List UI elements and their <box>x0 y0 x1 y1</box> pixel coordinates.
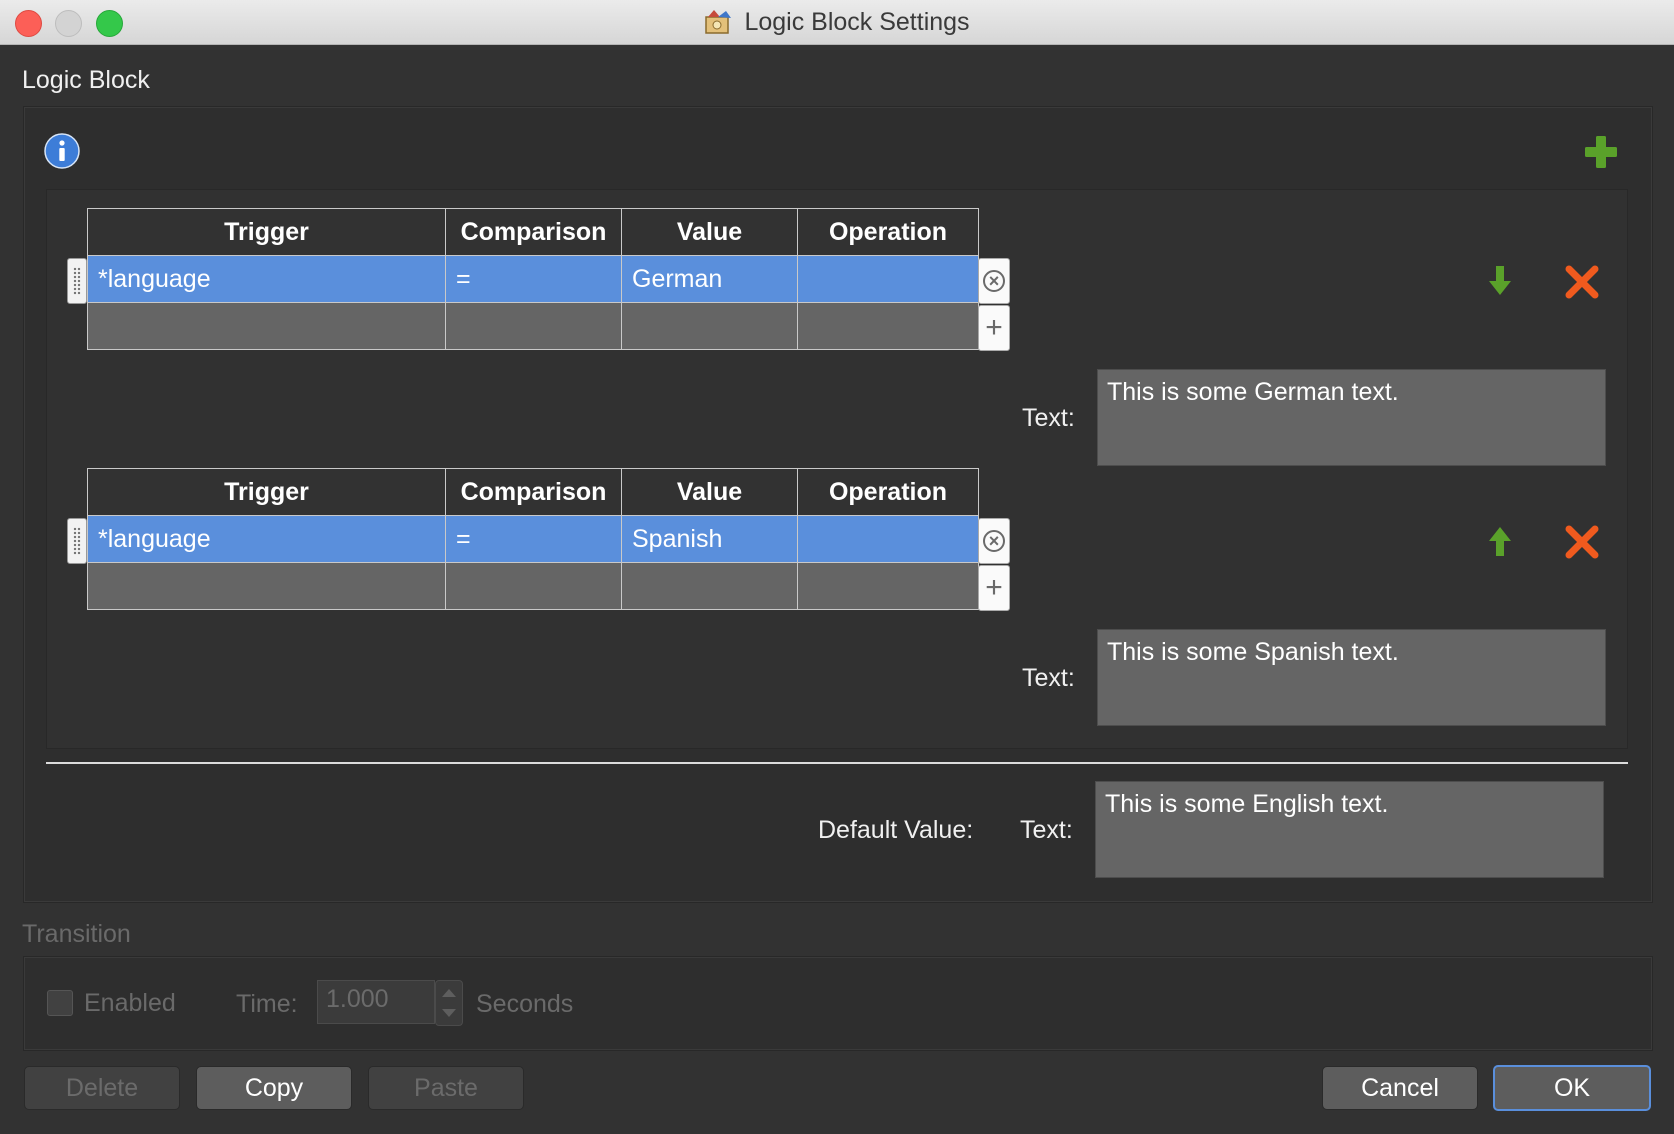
row-drag-handle[interactable] <box>67 518 87 564</box>
time-input[interactable]: 1.000 <box>317 980 435 1024</box>
column-header-trigger[interactable]: Trigger <box>87 468 446 516</box>
ok-button[interactable]: OK <box>1493 1065 1651 1111</box>
trigger-cell[interactable]: *language <box>87 255 446 303</box>
plus-icon: + <box>985 311 1003 344</box>
operation-cell[interactable] <box>797 515 979 563</box>
table-row[interactable]: *language = German <box>87 255 979 303</box>
delete-condition-icon[interactable] <box>1565 265 1599 299</box>
enabled-label: Enabled <box>84 989 176 1017</box>
window-title: Logic Block Settings <box>744 7 970 36</box>
default-text-field[interactable]: This is some English text. <box>1095 781 1604 878</box>
column-header-operation[interactable]: Operation <box>797 468 979 516</box>
value-cell[interactable] <box>621 302 798 350</box>
condition-table-2: Trigger Comparison Value Operation *lang… <box>87 468 979 610</box>
operation-cell[interactable] <box>797 302 979 350</box>
time-stepper[interactable] <box>435 980 463 1026</box>
default-value-label: Default Value: <box>818 816 974 844</box>
trigger-cell[interactable] <box>87 562 446 610</box>
remove-circle-icon: × <box>983 270 1005 292</box>
column-header-comparison[interactable]: Comparison <box>445 468 622 516</box>
paste-button[interactable]: Paste <box>368 1066 524 1110</box>
text-label: Text: <box>1022 404 1075 432</box>
table-row[interactable] <box>87 562 979 610</box>
comparison-cell[interactable]: = <box>445 255 622 303</box>
remove-row-button[interactable]: × <box>978 258 1010 304</box>
column-header-value[interactable]: Value <box>621 208 798 256</box>
condition-table-1: Trigger Comparison Value Operation *lang… <box>87 208 979 350</box>
add-row-button[interactable]: + <box>978 565 1010 611</box>
column-header-value[interactable]: Value <box>621 468 798 516</box>
delete-condition-icon[interactable] <box>1565 525 1599 559</box>
column-header-trigger[interactable]: Trigger <box>87 208 446 256</box>
column-header-comparison[interactable]: Comparison <box>445 208 622 256</box>
text-label: Text: <box>1020 816 1073 844</box>
remove-row-button[interactable]: × <box>978 518 1010 564</box>
value-cell[interactable] <box>621 562 798 610</box>
separator <box>46 762 1628 764</box>
condition-text-field[interactable]: This is some German text. <box>1097 369 1606 466</box>
seconds-label: Seconds <box>476 990 574 1018</box>
table-row[interactable] <box>87 302 979 350</box>
comparison-cell[interactable]: = <box>445 515 622 563</box>
text-label: Text: <box>1022 664 1075 692</box>
time-label: Time: <box>236 990 298 1018</box>
enabled-checkbox[interactable] <box>47 990 73 1016</box>
app-icon <box>705 10 732 34</box>
logic-block-title: Logic Block <box>22 66 150 94</box>
transition-title: Transition <box>22 920 131 948</box>
delete-button[interactable]: Delete <box>24 1066 180 1110</box>
comparison-cell[interactable] <box>445 562 622 610</box>
info-icon[interactable] <box>44 133 80 169</box>
comparison-cell[interactable] <box>445 302 622 350</box>
operation-cell[interactable] <box>797 562 979 610</box>
row-drag-handle[interactable] <box>67 258 87 304</box>
table-row[interactable]: *language = Spanish <box>87 515 979 563</box>
title-bar: Logic Block Settings <box>0 0 1674 45</box>
operation-cell[interactable] <box>797 255 979 303</box>
trigger-cell[interactable] <box>87 302 446 350</box>
add-condition-icon[interactable] <box>1584 135 1618 169</box>
plus-icon: + <box>985 571 1003 604</box>
arrow-down-icon[interactable] <box>1487 265 1513 297</box>
value-cell[interactable]: Spanish <box>621 515 798 563</box>
value-cell[interactable]: German <box>621 255 798 303</box>
condition-text-field[interactable]: This is some Spanish text. <box>1097 629 1606 726</box>
copy-button[interactable]: Copy <box>196 1066 352 1110</box>
cancel-button[interactable]: Cancel <box>1322 1066 1478 1110</box>
add-row-button[interactable]: + <box>978 305 1010 351</box>
trigger-cell[interactable]: *language <box>87 515 446 563</box>
column-header-operation[interactable]: Operation <box>797 208 979 256</box>
arrow-up-icon[interactable] <box>1487 525 1513 557</box>
remove-circle-icon: × <box>983 530 1005 552</box>
